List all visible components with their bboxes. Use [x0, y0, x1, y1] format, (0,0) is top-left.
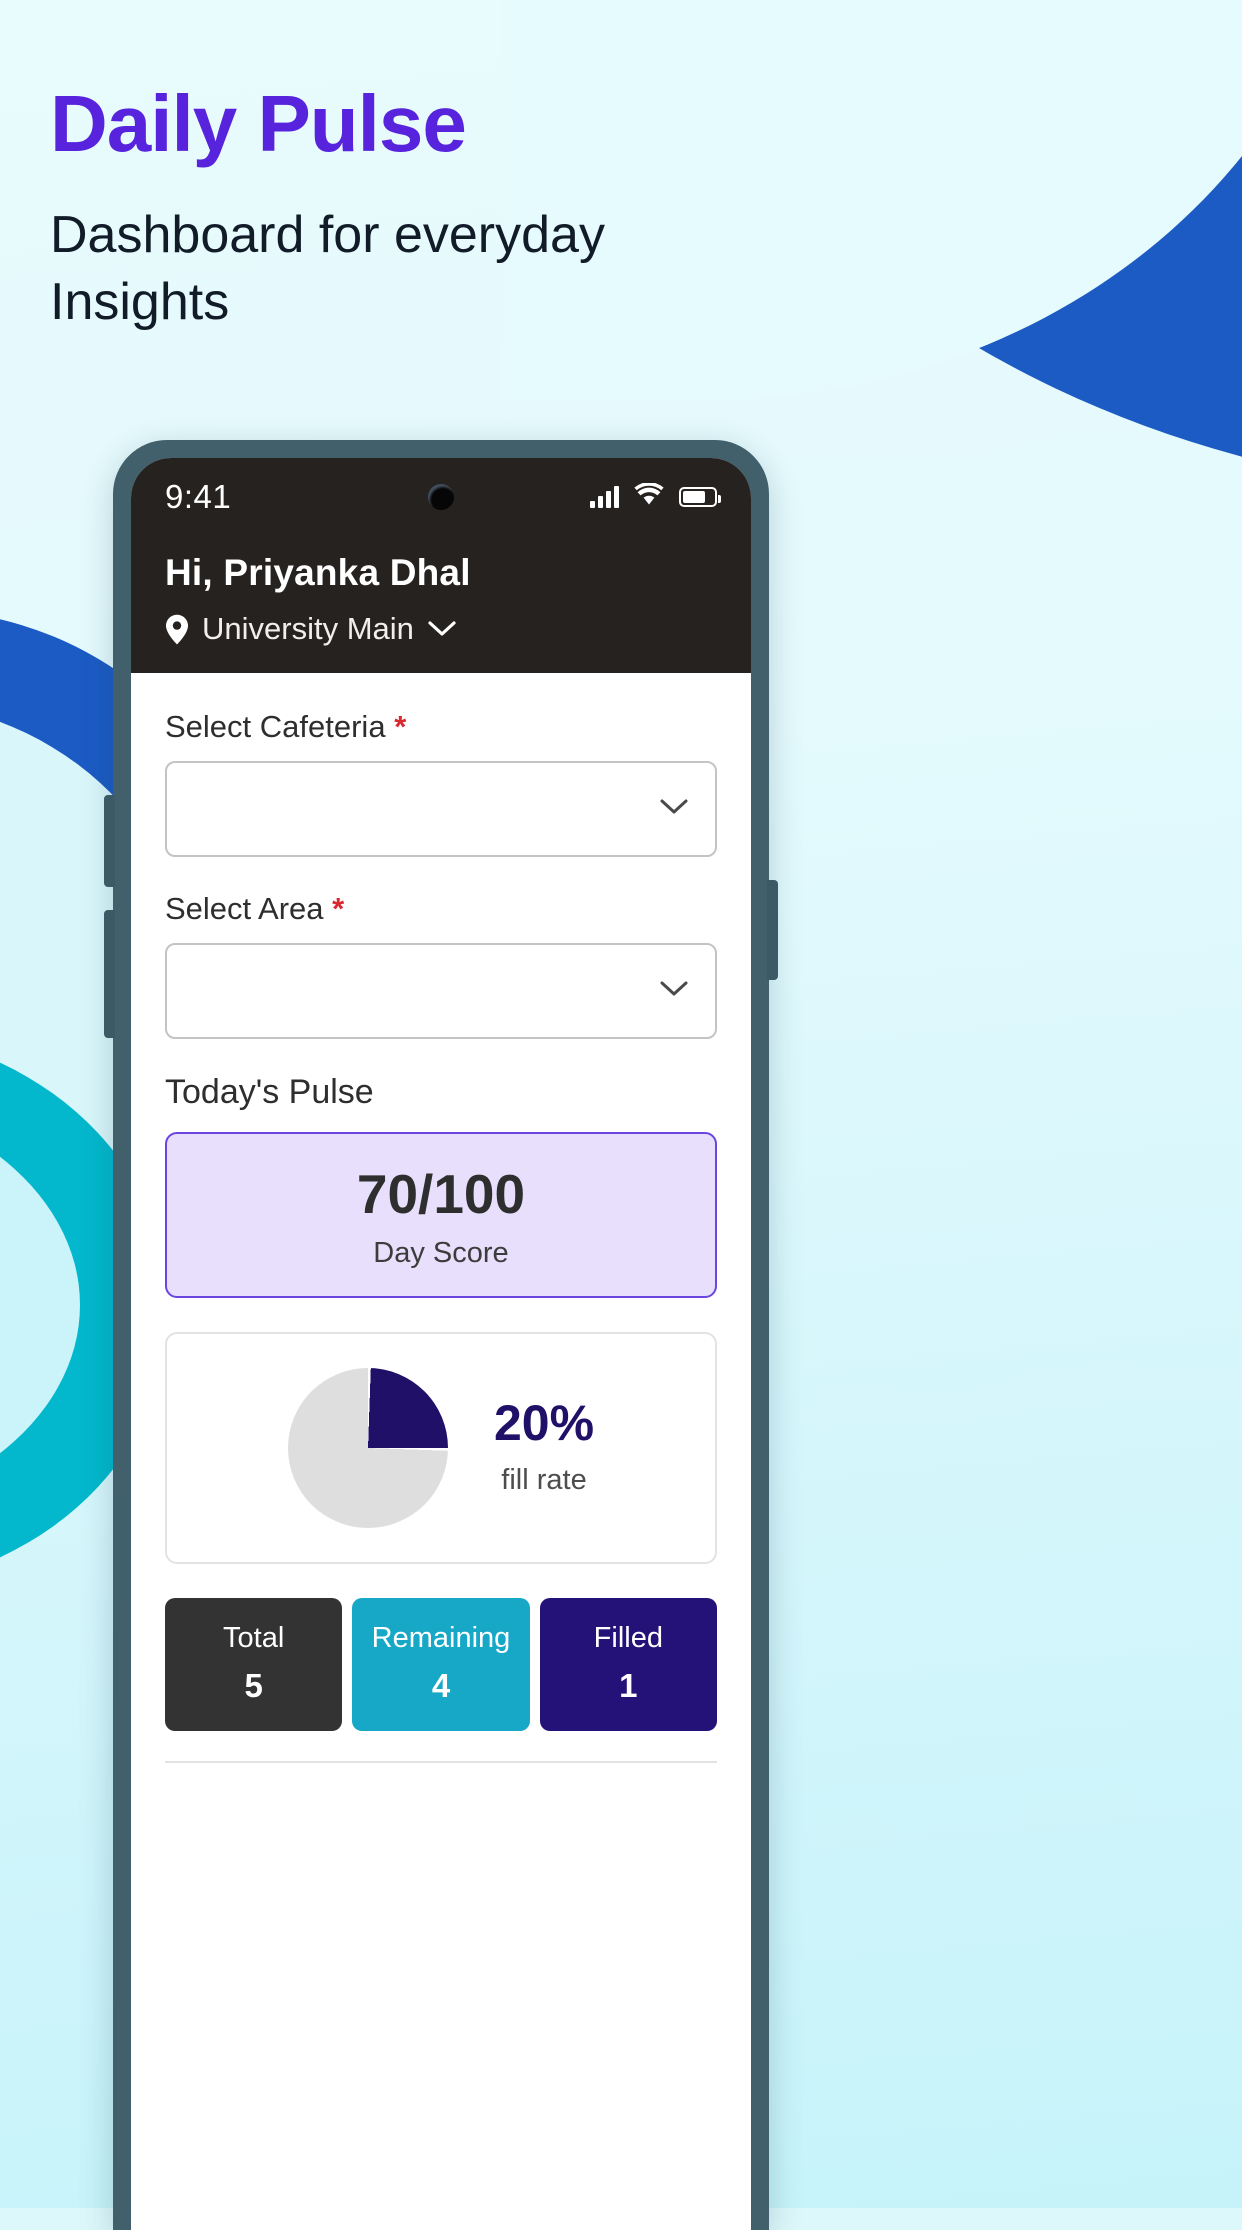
front-camera-icon	[428, 484, 454, 510]
stat-filled-value: 1	[619, 1666, 638, 1704]
greeting-text: Hi, Priyanka Dhal	[165, 552, 471, 593]
cafeteria-field-group: Select Cafeteria *	[165, 709, 717, 857]
fill-rate-text: 20% fill rate	[494, 1398, 594, 1497]
chevron-down-icon[interactable]	[427, 620, 457, 638]
fill-rate-pie-chart	[287, 1367, 448, 1528]
chevron-down-icon[interactable]	[659, 798, 689, 821]
pulse-section-title: Today's Pulse	[165, 1073, 374, 1111]
stats-row: Total 5 Remaining 4 Filled 1	[165, 1597, 717, 1761]
cafeteria-label-text: Select Cafeteria	[165, 709, 386, 744]
required-asterisk: *	[332, 891, 345, 926]
day-score-card[interactable]: 70/100 Day Score	[165, 1132, 717, 1298]
page-title: Daily Pulse	[50, 79, 467, 168]
required-asterisk: *	[394, 709, 407, 744]
chevron-down-icon[interactable]	[659, 980, 689, 1003]
stat-remaining-label: Remaining	[371, 1621, 511, 1654]
cellular-signal-icon	[590, 486, 619, 508]
phone-power-button	[767, 880, 778, 980]
stat-remaining[interactable]: Remaining 4	[352, 1597, 530, 1731]
app-content: Select Cafeteria * Select Area * Today's…	[131, 673, 751, 1781]
stat-filled[interactable]: Filled 1	[539, 1597, 717, 1731]
phone-volume-up-button	[104, 795, 115, 887]
stat-total-value: 5	[244, 1666, 263, 1704]
battery-icon	[679, 487, 721, 507]
fill-rate-value: 20%	[493, 1395, 595, 1451]
cafeteria-label: Select Cafeteria *	[165, 709, 717, 745]
status-icons	[590, 482, 721, 511]
location-selector[interactable]: University Main	[165, 611, 717, 647]
wifi-icon	[634, 482, 664, 511]
stat-total-label: Total	[223, 1621, 285, 1654]
location-pin-icon	[165, 614, 189, 645]
stat-filled-label: Filled	[593, 1621, 663, 1654]
promo-copy: Daily Pulse Dashboard for everyday Insig…	[50, 82, 750, 335]
greeting-block: Hi, Priyanka Dhal University Main	[131, 536, 751, 647]
app-header: 9:41 Hi, Priyanka Dhal University Main	[131, 458, 751, 673]
area-label: Select Area *	[165, 891, 717, 927]
fill-rate-card: 20% fill rate	[165, 1331, 717, 1564]
page-subtitle: Dashboard for everyday Insights	[50, 206, 605, 331]
content-divider	[165, 1760, 717, 1781]
phone-screen: 9:41 Hi, Priyanka Dhal University Main S…	[131, 458, 751, 2230]
status-time: 9:41	[165, 478, 232, 515]
day-score-value: 70/100	[356, 1163, 526, 1225]
day-score-label: Day Score	[373, 1236, 509, 1269]
phone-mockup: 9:41 Hi, Priyanka Dhal University Main S…	[104, 440, 778, 2230]
area-label-text: Select Area	[165, 891, 324, 926]
area-select[interactable]	[165, 943, 717, 1039]
location-label: University Main	[202, 611, 414, 646]
status-bar: 9:41	[131, 458, 751, 536]
cafeteria-select[interactable]	[165, 761, 717, 857]
fill-rate-label: fill rate	[501, 1464, 587, 1496]
phone-volume-down-button	[104, 910, 115, 1038]
area-field-group: Select Area *	[165, 891, 717, 1039]
stat-total[interactable]: Total 5	[165, 1597, 343, 1731]
stat-remaining-value: 4	[431, 1666, 451, 1704]
